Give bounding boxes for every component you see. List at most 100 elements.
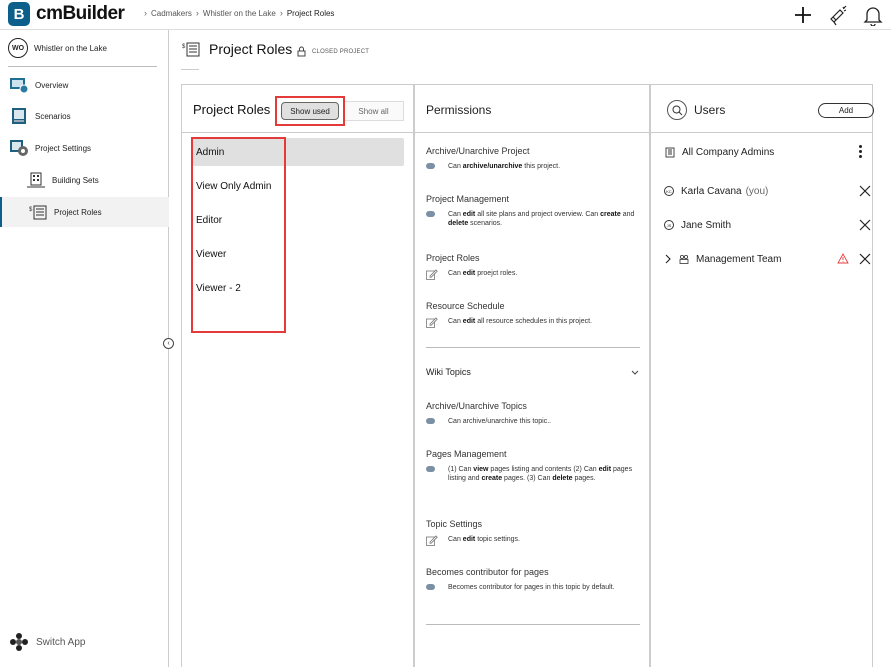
- level-badge: [426, 584, 435, 590]
- project-roles-icon: $: [28, 202, 48, 222]
- overview-icon: [9, 75, 29, 95]
- permission-becomes-contributor: Becomes contributor for pages Becomes co…: [426, 567, 640, 592]
- sidebar-item-building-sets[interactable]: Building Sets: [0, 165, 169, 195]
- permission-title: Pages Management: [426, 449, 507, 459]
- permission-description: (1) Can view pages listing and contents …: [426, 465, 640, 483]
- permission-title: Archive/Unarchive Project: [426, 146, 530, 156]
- users-panel-title: Users: [694, 103, 726, 117]
- megaphone-icon[interactable]: [827, 4, 849, 26]
- avatar: KC: [664, 186, 674, 196]
- user-row-jane-smith[interactable]: JS Jane Smith: [664, 215, 872, 235]
- sidebar-item-label: Building Sets: [52, 175, 99, 185]
- permission-description: Can edit topic settings.: [426, 535, 640, 546]
- project-status-label: CLOSED PROJECT: [312, 48, 370, 55]
- level-badge: [426, 211, 435, 217]
- highlight-box: [275, 96, 345, 126]
- divider: [426, 624, 640, 625]
- permission-title: Project Management: [426, 194, 510, 204]
- user-row-management-team[interactable]: Management Team: [664, 249, 872, 269]
- level-badge: [426, 418, 435, 424]
- roles-panel-title: Project Roles: [193, 102, 271, 117]
- breadcrumb-item[interactable]: Cadmakers: [151, 9, 192, 18]
- sidebar-item-scenarios[interactable]: Scenarios: [0, 101, 169, 131]
- permission-project-roles: Project Roles Can edit proejct roles.: [426, 253, 640, 280]
- sidebar-item-label: Project Roles: [54, 207, 102, 217]
- close-icon[interactable]: [858, 184, 872, 198]
- company-admins-icon: [665, 147, 675, 158]
- breadcrumb-current: Project Roles: [286, 8, 335, 18]
- user-name: Jane Smith: [681, 219, 732, 231]
- svg-text:$: $: [182, 44, 186, 50]
- permission-title: Project Roles: [426, 253, 480, 263]
- wiki-topics-title: Wiki Topics: [426, 367, 471, 377]
- show-all-button[interactable]: Show all: [343, 101, 404, 121]
- level-badge: [426, 466, 435, 472]
- wiki-topics-toggle[interactable]: Wiki Topics: [426, 367, 640, 377]
- roles-panel: Project Roles Show used Show all Admin V…: [181, 84, 414, 667]
- more-options-icon[interactable]: [859, 145, 862, 160]
- edit-icon: [426, 269, 438, 280]
- user-row-karla-cavana[interactable]: KC Karla Cavana (you): [664, 181, 872, 201]
- user-you-tag: (you): [745, 185, 769, 197]
- divider: [426, 347, 640, 348]
- app-name: cmBuilder: [36, 3, 125, 24]
- breadcrumb: › Cadmakers › Whistler on the Lake › Pro…: [144, 8, 334, 18]
- chevron-right-icon: ›: [279, 8, 283, 18]
- collapse-sidebar-icon[interactable]: ‹: [163, 338, 174, 349]
- sidebar-divider: [8, 66, 157, 67]
- sidebar-item-project-roles[interactable]: $ Project Roles: [0, 197, 169, 227]
- apps-grid-icon: [10, 633, 28, 651]
- close-icon[interactable]: [858, 218, 872, 232]
- page-header: $ Project Roles: [181, 40, 292, 58]
- close-icon[interactable]: [858, 252, 872, 266]
- permission-project-management: Project Management Can edit all site pla…: [426, 194, 640, 228]
- top-actions: [793, 4, 883, 26]
- users-panel: Users Add All Company Admins KC Karla Ca…: [650, 84, 874, 667]
- permission-description: Can archive/unarchive this project.: [426, 162, 640, 171]
- warning-icon: [837, 253, 849, 264]
- sidebar-item-project-settings[interactable]: Project Settings: [0, 133, 169, 163]
- search-icon[interactable]: [667, 100, 687, 120]
- add-user-button[interactable]: Add: [818, 103, 874, 118]
- sidebar-item-label: Scenarios: [35, 111, 71, 121]
- project-status-badge: CLOSED PROJECT: [297, 46, 369, 57]
- project-header[interactable]: WO Whistler on the Lake: [8, 38, 107, 58]
- sidebar-item-overview[interactable]: Overview: [0, 70, 169, 100]
- permission-pages-management: Pages Management (1) Can view pages list…: [426, 449, 640, 483]
- svg-text:$: $: [29, 207, 33, 213]
- project-settings-icon: [9, 138, 29, 158]
- plus-icon[interactable]: [793, 5, 813, 25]
- building-sets-icon: [26, 170, 46, 190]
- bell-icon[interactable]: [863, 4, 883, 26]
- permission-title: Topic Settings: [426, 519, 483, 529]
- project-avatar: WO: [8, 38, 28, 58]
- chevron-right-icon: ›: [195, 8, 199, 18]
- app-logo[interactable]: B cmBuilder: [8, 2, 125, 26]
- chevron-right-icon[interactable]: [664, 254, 672, 264]
- permission-title: Resource Schedule: [426, 301, 505, 311]
- switch-app-button[interactable]: Switch App: [10, 633, 85, 651]
- project-name: Whistler on the Lake: [34, 43, 107, 53]
- permission-description: Can edit all resource schedules in this …: [426, 317, 640, 328]
- sidebar: WO Whistler on the Lake Overview Scenari…: [0, 30, 169, 667]
- permission-description: Can archive/unarchive this topic..: [426, 417, 640, 426]
- breadcrumb-item[interactable]: Whistler on the Lake: [203, 9, 276, 18]
- permission-title: Archive/Unarchive Topics: [426, 401, 527, 411]
- permission-resource-schedule: Resource Schedule Can edit all resource …: [426, 301, 640, 328]
- page-title: Project Roles: [209, 41, 293, 57]
- project-roles-icon: $: [182, 42, 200, 57]
- users-panel-header: Users Add: [651, 85, 874, 133]
- switch-app-label: Switch App: [36, 636, 86, 648]
- top-bar: B cmBuilder › Cadmakers › Whistler on th…: [0, 0, 891, 30]
- team-icon: [679, 255, 689, 264]
- chevron-down-icon: [631, 370, 639, 375]
- permission-topic-settings: Topic Settings Can edit topic settings.: [426, 519, 640, 546]
- logo-mark: B: [8, 2, 30, 26]
- roles-panel-header: Project Roles Show used Show all: [182, 85, 413, 133]
- scenarios-icon: [9, 106, 29, 126]
- edit-icon: [426, 535, 438, 546]
- user-row-all-company-admins[interactable]: All Company Admins: [664, 142, 872, 162]
- permission-title: Becomes contributor for pages: [426, 567, 549, 577]
- permission-archive-project: Archive/Unarchive Project Can archive/un…: [426, 146, 640, 171]
- chevron-right-icon: ›: [144, 8, 147, 18]
